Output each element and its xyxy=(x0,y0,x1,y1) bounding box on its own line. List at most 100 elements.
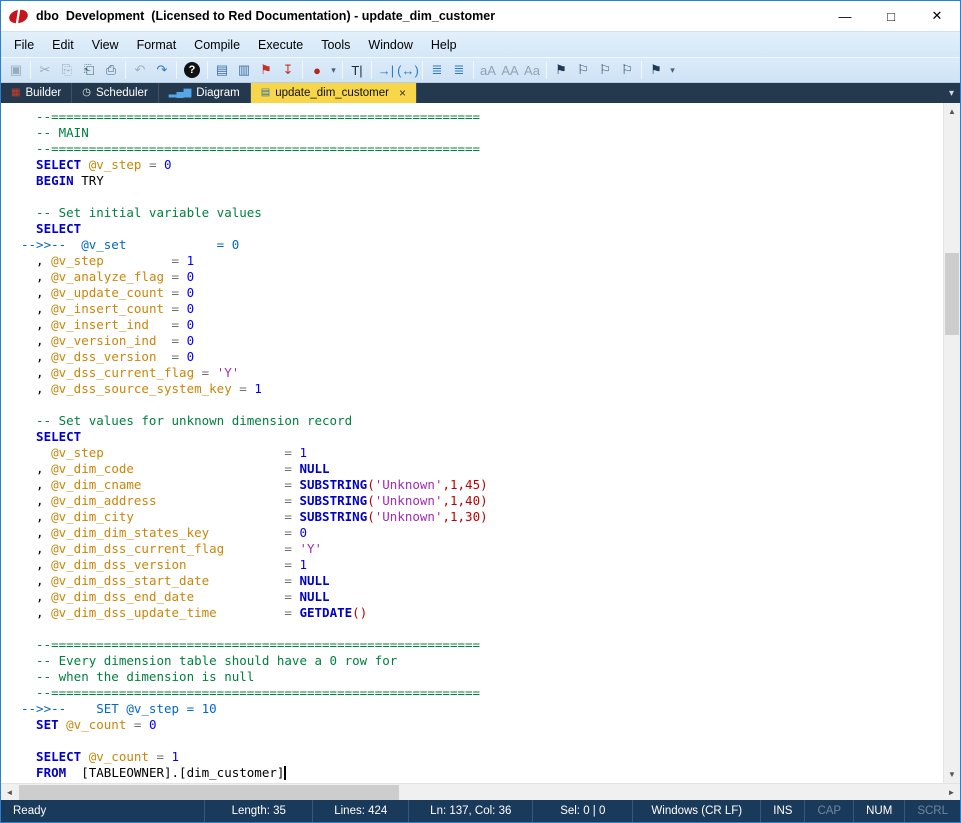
menu-format[interactable]: Format xyxy=(128,34,186,56)
code-line[interactable]: , @v_dss_source_system_key = 1 xyxy=(21,381,943,397)
code-line[interactable]: -->>-- @v_set = 0 xyxy=(21,237,943,253)
code-line[interactable]: SET @v_count = 0 xyxy=(21,717,943,733)
bookmark-clear-icon[interactable]: ⚐ xyxy=(616,59,638,81)
code-line[interactable]: @v_step = 1 xyxy=(21,445,943,461)
scroll-left-icon[interactable]: ◄ xyxy=(1,784,18,800)
code-line[interactable]: , @v_dim_address = SUBSTRING('Unknown',1… xyxy=(21,493,943,509)
menu-help[interactable]: Help xyxy=(422,34,466,56)
undo-icon[interactable]: ↶ xyxy=(129,59,151,81)
tab-builder[interactable]: ▦Builder xyxy=(1,83,72,103)
code-line[interactable]: , @v_step = 1 xyxy=(21,253,943,269)
code-line[interactable]: BEGIN TRY xyxy=(21,173,943,189)
code-line[interactable]: --======================================… xyxy=(21,109,943,125)
tab-overflow-icon[interactable]: ▾ xyxy=(943,83,960,103)
view-code-icon[interactable]: ▤ xyxy=(211,59,233,81)
menu-tools[interactable]: Tools xyxy=(312,34,359,56)
code-line[interactable]: SELECT @v_step = 0 xyxy=(21,157,943,173)
code-line[interactable]: -- Set values for unknown dimension reco… xyxy=(21,413,943,429)
code-line[interactable]: -- when the dimension is null xyxy=(21,669,943,685)
code-line[interactable]: SELECT xyxy=(21,221,943,237)
print-icon[interactable]: ⎙ xyxy=(100,59,122,81)
menu-compile[interactable]: Compile xyxy=(185,34,249,56)
indent-decrease-icon[interactable]: ≣ xyxy=(426,59,448,81)
code-line[interactable] xyxy=(21,397,943,413)
code-line[interactable]: --======================================… xyxy=(21,685,943,701)
scroll-up-icon[interactable]: ▲ xyxy=(944,103,960,120)
indent-increase-icon[interactable]: ≣ xyxy=(448,59,470,81)
match-bracket-icon[interactable]: (↔) xyxy=(397,59,419,81)
code-line[interactable]: --======================================… xyxy=(21,637,943,653)
redo-icon[interactable]: ↷ xyxy=(151,59,173,81)
compile-icon[interactable]: ⚑ xyxy=(255,59,277,81)
code-line[interactable]: , @v_dss_current_flag = 'Y' xyxy=(21,365,943,381)
save-icon[interactable]: ▣ xyxy=(5,59,27,81)
code-line[interactable]: FROM [TABLEOWNER].[dim_customer] xyxy=(21,765,943,781)
menu-view[interactable]: View xyxy=(83,34,128,56)
horizontal-scrollbar[interactable]: ◄ ► xyxy=(1,783,960,800)
execute-dropdown-icon[interactable]: ▾ xyxy=(328,59,339,81)
code-line[interactable]: , @v_dim_dss_end_date = NULL xyxy=(21,589,943,605)
tab-diagram[interactable]: ▂▄▆Diagram xyxy=(159,83,251,103)
close-button[interactable]: ✕ xyxy=(914,1,960,31)
status-num[interactable]: NUM xyxy=(853,800,904,822)
code-line[interactable]: -->>-- SET @v_step = 10 xyxy=(21,701,943,717)
bookmark-list-icon[interactable]: ⚑ xyxy=(645,59,667,81)
menu-file[interactable]: File xyxy=(5,34,43,56)
goto-column-icon[interactable]: →| xyxy=(375,59,397,81)
titlecase-icon[interactable]: Aa xyxy=(521,59,543,81)
code-line[interactable]: , @v_dim_dss_current_flag = 'Y' xyxy=(21,541,943,557)
code-line[interactable]: --======================================… xyxy=(21,141,943,157)
copy-icon[interactable]: ⎘ xyxy=(56,59,78,81)
minimize-button[interactable]: — xyxy=(822,1,868,31)
help-icon[interactable]: ? xyxy=(184,62,200,78)
code-line[interactable]: , @v_analyze_flag = 0 xyxy=(21,269,943,285)
tab-close-icon[interactable]: × xyxy=(399,86,406,100)
cut-icon[interactable]: ✂ xyxy=(34,59,56,81)
code-line[interactable]: , @v_insert_count = 0 xyxy=(21,301,943,317)
bookmark-next-icon[interactable]: ⚐ xyxy=(572,59,594,81)
code-line[interactable]: , @v_dim_code = NULL xyxy=(21,461,943,477)
code-line[interactable]: , @v_insert_ind = 0 xyxy=(21,317,943,333)
text-style-icon[interactable]: T| xyxy=(346,59,368,81)
bookmark-previous-icon[interactable]: ⚐ xyxy=(594,59,616,81)
scroll-right-icon[interactable]: ► xyxy=(943,784,960,800)
horizontal-scroll-thumb[interactable] xyxy=(19,785,399,800)
uppercase-icon[interactable]: AA xyxy=(499,59,521,81)
code-line[interactable]: , @v_version_ind = 0 xyxy=(21,333,943,349)
code-line[interactable] xyxy=(21,733,943,749)
maximize-button[interactable]: □ xyxy=(868,1,914,31)
execute-icon[interactable]: ● xyxy=(306,59,328,81)
code-line[interactable] xyxy=(21,621,943,637)
code-line[interactable] xyxy=(21,189,943,205)
code-line[interactable]: , @v_dim_dss_update_time = GETDATE() xyxy=(21,605,943,621)
code-editor[interactable]: --======================================… xyxy=(1,103,943,783)
bookmark-toggle-icon[interactable]: ⚑ xyxy=(550,59,572,81)
code-line[interactable]: SELECT xyxy=(21,429,943,445)
code-line[interactable]: , @v_dss_version = 0 xyxy=(21,349,943,365)
tab-update-dim-customer[interactable]: ▤update_dim_customer× xyxy=(251,83,417,103)
code-line[interactable]: -- Set initial variable values xyxy=(21,205,943,221)
menu-execute[interactable]: Execute xyxy=(249,34,312,56)
code-line[interactable]: -- MAIN xyxy=(21,125,943,141)
code-line[interactable]: , @v_dim_dss_start_date = NULL xyxy=(21,573,943,589)
menu-edit[interactable]: Edit xyxy=(43,34,83,56)
compile-save-icon[interactable]: ↧ xyxy=(277,59,299,81)
vertical-scroll-thumb[interactable] xyxy=(945,253,959,335)
status-cap[interactable]: CAP xyxy=(804,800,853,822)
code-line[interactable]: SELECT @v_count = 1 xyxy=(21,749,943,765)
code-line[interactable]: , @v_dim_dss_version = 1 xyxy=(21,557,943,573)
code-line[interactable]: -- Every dimension table should have a 0… xyxy=(21,653,943,669)
vertical-scrollbar[interactable]: ▲ ▼ xyxy=(943,103,960,783)
code-line[interactable]: , @v_update_count = 0 xyxy=(21,285,943,301)
view-properties-icon[interactable]: ▥ xyxy=(233,59,255,81)
status-ins[interactable]: INS xyxy=(760,800,804,822)
status-scrl[interactable]: SCRL xyxy=(904,800,960,822)
lowercase-icon[interactable]: aA xyxy=(477,59,499,81)
menu-window[interactable]: Window xyxy=(359,34,421,56)
code-line[interactable]: , @v_dim_city = SUBSTRING('Unknown',1,30… xyxy=(21,509,943,525)
toolbar-overflow-icon[interactable]: ▾ xyxy=(667,59,678,81)
paste-icon[interactable]: ⎗ xyxy=(78,59,100,81)
tab-scheduler[interactable]: ◷Scheduler xyxy=(72,83,159,103)
code-line[interactable]: , @v_dim_dim_states_key = 0 xyxy=(21,525,943,541)
scroll-down-icon[interactable]: ▼ xyxy=(944,766,960,783)
